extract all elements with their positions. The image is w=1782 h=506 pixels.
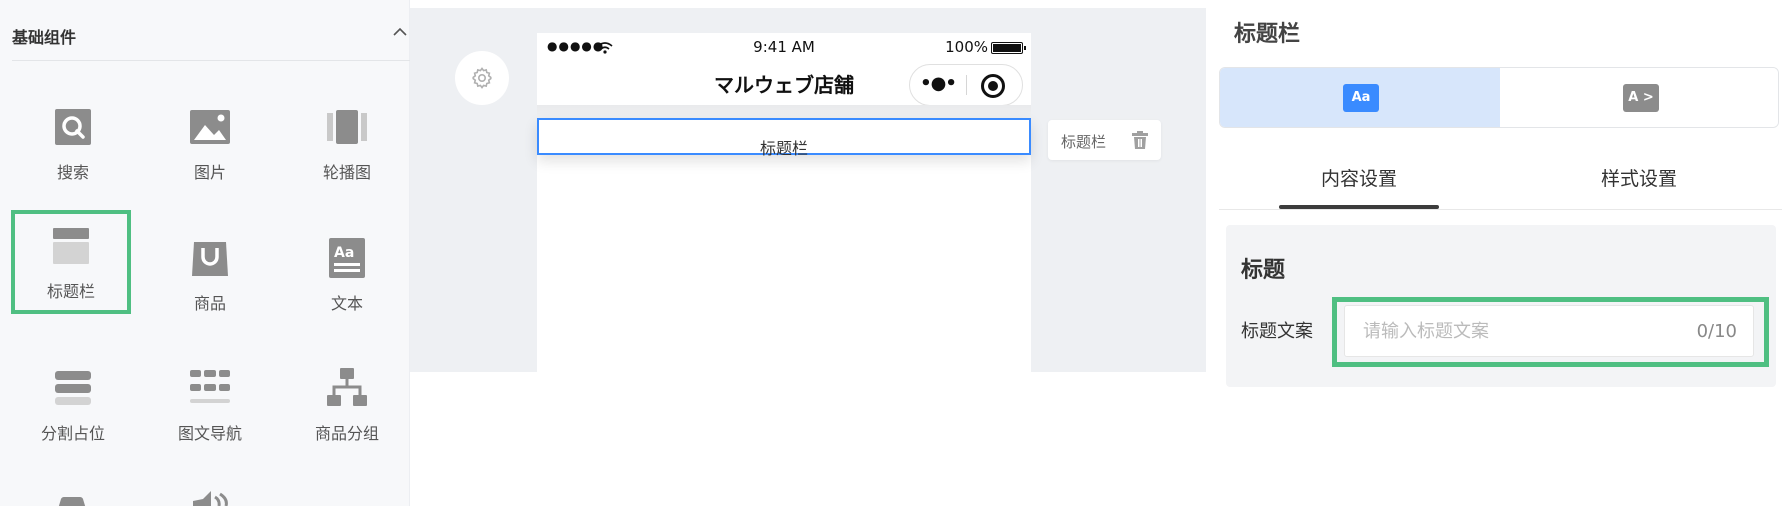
component-product-group[interactable]: 商品分组 bbox=[287, 352, 407, 456]
settings-tabs: 内容设置 样式设置 bbox=[1219, 150, 1782, 210]
phone-status-bar: ●●●●● 9:41 AM 100% bbox=[537, 33, 1031, 63]
style-selector: Aa A > bbox=[1219, 67, 1779, 128]
megaphone-icon[interactable] bbox=[191, 491, 231, 506]
component-product[interactable]: 商品 bbox=[150, 222, 270, 326]
component-sidebar: 基础组件 搜索 图片 轮播图 标题栏 商品 Aa 文本 分割占位 图文导航 商品… bbox=[0, 0, 410, 506]
mini-program-capsule: •●• bbox=[909, 64, 1023, 106]
section-title: 基础组件 bbox=[12, 28, 77, 47]
text-icon: Aa bbox=[327, 238, 367, 278]
component-text[interactable]: Aa 文本 bbox=[287, 222, 407, 326]
title-text-input[interactable] bbox=[1345, 306, 1645, 356]
active-tab-indicator bbox=[1279, 205, 1439, 209]
component-title-bar[interactable]: 标题栏 bbox=[11, 210, 131, 314]
component-label: 标题栏 bbox=[46, 282, 95, 301]
tab-style-settings[interactable]: 样式设置 bbox=[1559, 164, 1719, 191]
carousel-icon bbox=[327, 107, 367, 147]
component-label: 商品分组 bbox=[314, 424, 379, 443]
title-settings-card: 标题 标题文案 0/10 bbox=[1226, 225, 1776, 387]
svg-text:Aa: Aa bbox=[334, 245, 354, 261]
capsule-divider bbox=[966, 75, 967, 95]
image-text-nav-icon bbox=[190, 368, 230, 408]
title-text-field[interactable]: 0/10 bbox=[1344, 305, 1754, 357]
battery-icon bbox=[991, 42, 1026, 54]
chevron-up-icon[interactable] bbox=[390, 22, 410, 42]
close-target-icon[interactable] bbox=[981, 74, 1005, 98]
battery-percentage: 100% bbox=[945, 38, 988, 56]
gear-icon bbox=[472, 67, 492, 89]
product-group-icon bbox=[327, 368, 367, 408]
text-style-icon: Aa bbox=[1343, 84, 1379, 112]
char-counter: 0/10 bbox=[1696, 321, 1737, 342]
panel-title: 标题栏 bbox=[1234, 22, 1301, 47]
component-label: 搜索 bbox=[56, 163, 89, 182]
tab-content-settings[interactable]: 内容设置 bbox=[1279, 164, 1439, 191]
component-label: 轮播图 bbox=[322, 163, 371, 182]
title-bar-block-text: 标题栏 bbox=[759, 139, 808, 158]
title-bar-icon bbox=[51, 226, 91, 266]
selected-block-tag[interactable]: 标题栏 bbox=[1048, 120, 1161, 160]
cut-off-component-icon[interactable] bbox=[55, 494, 89, 506]
phone-nav-bar: マルウェブ店舗 •●• bbox=[537, 63, 1031, 106]
image-icon bbox=[190, 107, 230, 147]
basic-components-header[interactable]: 基础组件 bbox=[12, 0, 410, 61]
page-settings-button[interactable] bbox=[455, 51, 509, 105]
text-arrow-style-icon: A > bbox=[1623, 84, 1659, 112]
component-label: 图片 bbox=[193, 163, 226, 182]
divider-icon bbox=[53, 368, 93, 408]
block-tag-label: 标题栏 bbox=[1061, 133, 1107, 151]
search-icon bbox=[53, 107, 93, 147]
component-label: 图文导航 bbox=[177, 424, 242, 443]
component-label: 商品 bbox=[193, 294, 226, 313]
settings-panel: 标题栏 Aa A > 内容设置 样式设置 标题 标题文案 0/10 bbox=[1206, 0, 1782, 400]
shopping-bag-icon bbox=[190, 238, 230, 278]
page-canvas: ●●●●● 9:41 AM 100% マルウェブ店舗 •●• 标题栏 标题栏 bbox=[410, 8, 1206, 372]
title-text-label: 标题文案 bbox=[1241, 321, 1313, 342]
component-search[interactable]: 搜索 bbox=[13, 91, 133, 195]
form-heading: 标题 bbox=[1241, 258, 1286, 283]
title-bar-block[interactable]: 标题栏 bbox=[537, 118, 1031, 158]
component-label: 文本 bbox=[330, 294, 363, 313]
component-carousel[interactable]: 轮播图 bbox=[287, 91, 407, 195]
trash-icon[interactable] bbox=[1132, 131, 1148, 149]
component-divider[interactable]: 分割占位 bbox=[13, 352, 133, 456]
phone-preview: ●●●●● 9:41 AM 100% マルウェブ店舗 •●• 标题栏 bbox=[537, 33, 1031, 372]
component-label: 分割占位 bbox=[40, 424, 105, 443]
app-root: 基础组件 搜索 图片 轮播图 标题栏 商品 Aa 文本 分割占位 图文导航 商品… bbox=[0, 0, 1782, 506]
style-option-text[interactable]: Aa bbox=[1220, 68, 1500, 127]
component-image-text-nav[interactable]: 图文导航 bbox=[150, 352, 270, 456]
more-menu-icon[interactable]: •●• bbox=[910, 65, 966, 105]
style-option-text-arrow[interactable]: A > bbox=[1500, 68, 1778, 127]
component-image[interactable]: 图片 bbox=[150, 91, 270, 195]
